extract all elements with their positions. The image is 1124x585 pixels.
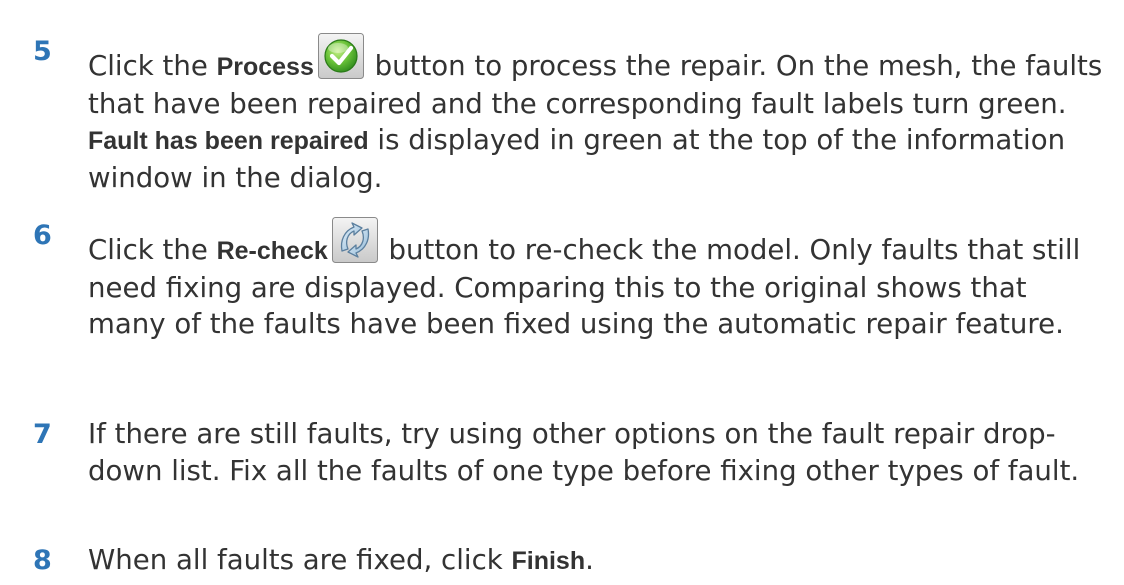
- step-text: When all faults are fixed, click Finish.: [88, 542, 1108, 580]
- fault-repaired-label: Fault has been repaired: [88, 127, 369, 155]
- step-text: Click the Re-check button to re-check th…: [88, 217, 1108, 343]
- step-text: Click the Process button to process the …: [88, 33, 1108, 196]
- finish-label: Finish: [511, 547, 586, 575]
- step-number: 8: [33, 545, 52, 576]
- step-text-post: .: [585, 543, 594, 576]
- step-text-pre: When all faults are fixed, click: [88, 543, 512, 576]
- process-checkmark-icon: [317, 33, 364, 79]
- step-number: 6: [33, 220, 52, 251]
- step-text-pre: Click the: [88, 49, 217, 82]
- step-number: 7: [33, 419, 52, 450]
- step-text: If there are still faults, try using oth…: [88, 417, 1080, 487]
- recheck-arrows-icon: [331, 217, 378, 263]
- recheck-label: Re-check: [216, 237, 328, 265]
- step-number: 5: [33, 36, 52, 67]
- process-label: Process: [216, 53, 314, 81]
- step-text-pre: Click the: [88, 233, 217, 266]
